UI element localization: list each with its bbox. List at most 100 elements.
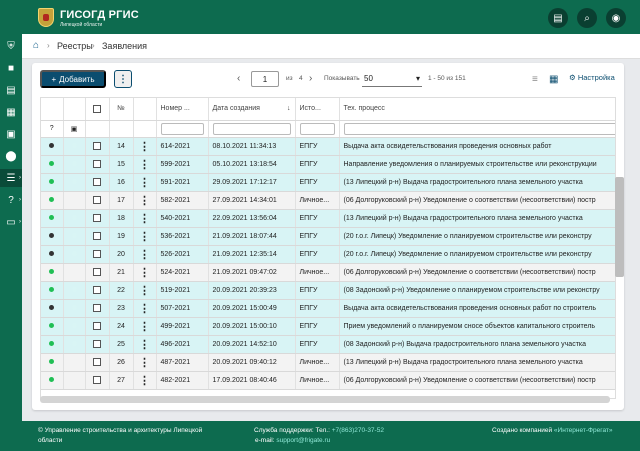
- next-page-button[interactable]: ›: [309, 73, 312, 84]
- table-row[interactable]: 27 ⋮ 482-2021 17.09.2021 08:40:46 Личное...(…: [41, 371, 615, 390]
- created-date-header[interactable]: Дата создания ↓: [208, 98, 296, 121]
- person-icon[interactable]: ▣: [63, 120, 86, 138]
- page-size-select[interactable]: 50 ▾: [362, 71, 422, 87]
- sidebar-item-building[interactable]: ▦: [0, 103, 22, 121]
- support-phone-link[interactable]: +7(863)270-37-52: [332, 427, 384, 434]
- table-row[interactable]: 26 ⋮ 487-2021 20.09.2021 09:40:12 Личное...(…: [41, 353, 615, 372]
- row-checkbox[interactable]: [85, 209, 110, 228]
- row-actions-button[interactable]: ⋮: [133, 263, 157, 282]
- created-date-filter-input[interactable]: [212, 122, 291, 135]
- number-header[interactable]: Номер ...: [156, 98, 209, 121]
- table-row[interactable]: 14 ⋮ 614-2021 08.10.2021 11:34:13 ЕПГУ Выдача…: [41, 137, 615, 156]
- row-checkbox[interactable]: [85, 263, 110, 282]
- row-checkbox[interactable]: [85, 191, 110, 210]
- row-actions-button[interactable]: ⋮: [133, 371, 157, 390]
- application-number: 499-2021: [156, 317, 209, 336]
- page-count: 4: [299, 75, 303, 82]
- row-checkbox[interactable]: [85, 335, 110, 354]
- list-view-icon[interactable]: ≡: [532, 74, 538, 85]
- row-checkbox[interactable]: [85, 155, 110, 174]
- table-row[interactable]: 15 ⋮ 599-2021 05.10.2021 13:18:54 ЕПГУ Направ…: [41, 155, 615, 174]
- search-icon[interactable]: ⌕: [577, 8, 597, 28]
- row-checkbox[interactable]: [85, 371, 110, 390]
- breadcrumb-registers[interactable]: Реестры: [57, 41, 93, 51]
- row-checkbox[interactable]: [85, 299, 110, 318]
- add-button[interactable]: + Добавить: [40, 70, 106, 88]
- horizontal-scrollbar[interactable]: [40, 396, 610, 403]
- table-row[interactable]: 17 ⋮ 582-2021 27.09.2021 14:34:01 Личное...(…: [41, 191, 615, 210]
- source-header[interactable]: Исто...: [295, 98, 340, 121]
- company-link[interactable]: «Интернет-Фрегат»: [554, 427, 613, 434]
- row-number: 25: [109, 335, 134, 354]
- checkbox[interactable]: [93, 104, 101, 113]
- row-actions-button[interactable]: ⋮: [133, 155, 157, 174]
- row-checkbox[interactable]: [85, 137, 110, 156]
- sidebar-item-help[interactable]: ? ›: [0, 191, 22, 209]
- grid-view-icon[interactable]: ▦: [549, 74, 558, 85]
- row-actions-button[interactable]: ⋮: [133, 191, 157, 210]
- row-number: 18: [109, 209, 134, 228]
- page-number-input[interactable]: 1: [251, 71, 279, 87]
- technical-process: (08 Задонский р-н) Уведомление о планиру…: [339, 281, 615, 300]
- sidebar-item-folder[interactable]: ■: [0, 59, 22, 77]
- select-all-checkbox[interactable]: [85, 98, 110, 121]
- table-row[interactable]: 21 ⋮ 524-2021 21.09.2021 09:47:02 Личное...(…: [41, 263, 615, 282]
- created-date: 08.10.2021 11:34:13: [208, 137, 296, 156]
- row-actions-button[interactable]: ⋮: [133, 227, 157, 246]
- breadcrumb-current: Заявления: [102, 41, 148, 51]
- row-checkbox[interactable]: [85, 353, 110, 372]
- table-row[interactable]: 18 ⋮ 540-2021 22.09.2021 13:56:04 ЕПГУ (13 Ли…: [41, 209, 615, 228]
- row-actions-button[interactable]: ⋮: [133, 317, 157, 336]
- support-email-link[interactable]: support@frigate.ru: [276, 437, 330, 444]
- table-row[interactable]: 19 ⋮ 536-2021 21.09.2021 18:07:44 ЕПГУ (20 г.…: [41, 227, 615, 246]
- vertical-scrollbar[interactable]: [615, 177, 624, 277]
- settings-button[interactable]: ⚙ Настройка: [569, 73, 615, 82]
- table-row[interactable]: 20 ⋮ 526-2021 21.09.2021 12:35:14 ЕПГУ (20 г.…: [41, 245, 615, 264]
- table-row[interactable]: 23 ⋮ 507-2021 20.09.2021 15:00:49 ЕПГУ Выдача…: [41, 299, 615, 318]
- sidebar-item-folder-person[interactable]: ▣: [0, 125, 22, 143]
- sidebar-item-registers[interactable]: ☰ ›: [0, 169, 22, 187]
- source: Личное...: [295, 263, 340, 282]
- home-icon[interactable]: ⌂: [33, 40, 39, 51]
- row-actions-button[interactable]: ⋮: [133, 299, 157, 318]
- document-icon[interactable]: ▤: [548, 8, 568, 28]
- row-checkbox[interactable]: [85, 227, 110, 246]
- row-checkbox[interactable]: [85, 317, 110, 336]
- sidebar-item-monitor[interactable]: ▭ ›: [0, 213, 22, 231]
- row-actions-button[interactable]: ⋮: [133, 245, 157, 264]
- row-actions-button[interactable]: ⋮: [133, 173, 157, 192]
- row-number: 27: [109, 371, 134, 390]
- row-checkbox[interactable]: [85, 173, 110, 192]
- sort-down-icon[interactable]: ↓: [287, 105, 291, 112]
- application-number: 582-2021: [156, 191, 209, 210]
- application-number: 487-2021: [156, 353, 209, 372]
- account-icon[interactable]: ◉: [606, 8, 626, 28]
- row-actions-button[interactable]: ⋮: [133, 281, 157, 300]
- process-filter-input[interactable]: [343, 122, 615, 135]
- table-row[interactable]: 22 ⋮ 519-2021 20.09.2021 20:39:23 ЕПГУ (08 За…: [41, 281, 615, 300]
- source-filter-input[interactable]: [299, 122, 335, 135]
- footer-copyright: © Управление строительства и архитектуры…: [38, 427, 203, 434]
- process-header[interactable]: Тех. процесс: [339, 98, 615, 121]
- table-row[interactable]: 24 ⋮ 499-2021 20.09.2021 15:00:10 ЕПГУ Прием …: [41, 317, 615, 336]
- previous-page-button[interactable]: ‹: [237, 73, 240, 84]
- sidebar-item-map[interactable]: ⬤: [0, 147, 22, 165]
- number-filter-input[interactable]: [160, 122, 204, 135]
- row-number: 23: [109, 299, 134, 318]
- help-icon[interactable]: ?: [41, 120, 64, 138]
- created-date: 21.09.2021 18:07:44: [208, 227, 296, 246]
- more-actions-button[interactable]: ⋮: [114, 70, 132, 88]
- sidebar-item-book[interactable]: ▤: [0, 81, 22, 99]
- mark-dot: [63, 155, 86, 174]
- row-actions-button[interactable]: ⋮: [133, 335, 157, 354]
- row-actions-button[interactable]: ⋮: [133, 137, 157, 156]
- row-checkbox[interactable]: [85, 245, 110, 264]
- row-checkbox[interactable]: [85, 281, 110, 300]
- row-number: 16: [109, 173, 134, 192]
- row-actions-button[interactable]: ⋮: [133, 353, 157, 372]
- table-row[interactable]: 25 ⋮ 496-2021 20.09.2021 14:52:10 ЕПГУ (08 За…: [41, 335, 615, 354]
- status-dot: [41, 371, 64, 390]
- row-actions-button[interactable]: ⋮: [133, 209, 157, 228]
- table-row[interactable]: 16 ⋮ 591-2021 29.09.2021 17:12:17 ЕПГУ (13 Ли…: [41, 173, 615, 192]
- sidebar-item-shield[interactable]: ⛨: [0, 37, 22, 55]
